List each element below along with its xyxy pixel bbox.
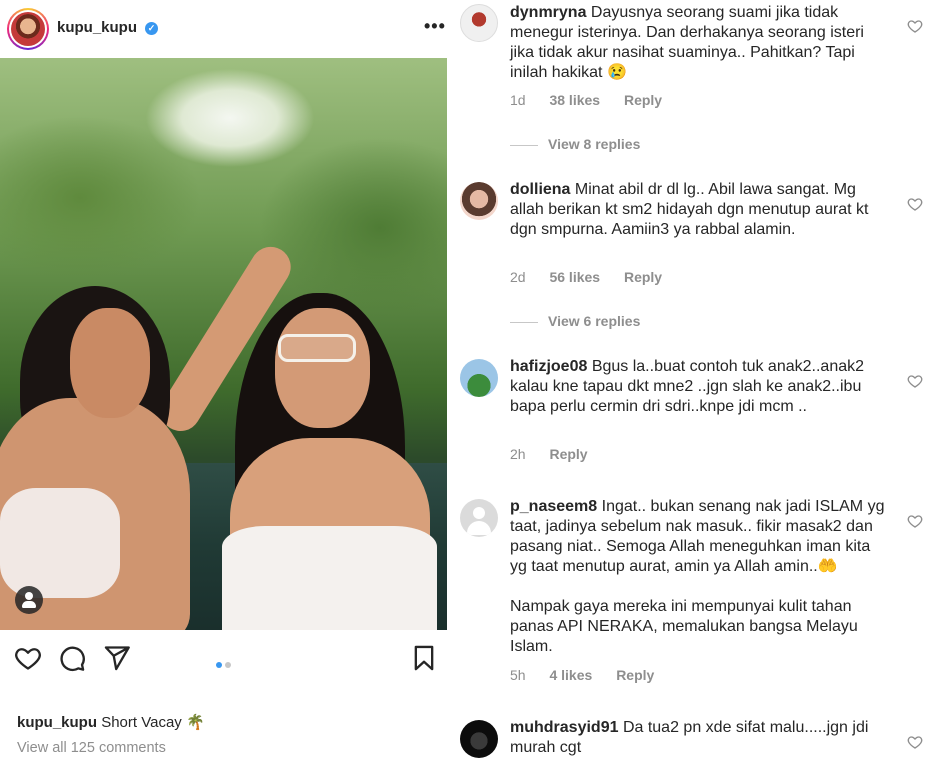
comment-text-continued: Nampak gaya mereka ini mempunyai kulit t… (510, 598, 858, 655)
reply-button[interactable]: Reply (624, 269, 662, 285)
comment-body: p_naseem8 Ingat.. bukan senang nak jadi … (510, 497, 890, 577)
commenter-avatar[interactable] (460, 4, 498, 42)
post-header: kupu_kupu ✓ ••• (0, 0, 447, 58)
comment-like-icon[interactable] (907, 18, 923, 34)
share-icon[interactable] (103, 644, 131, 672)
reply-button[interactable]: Reply (616, 667, 654, 683)
comment-meta: 2h Reply (510, 446, 588, 462)
comment-like-icon[interactable] (907, 513, 923, 529)
comment-like-icon[interactable] (907, 196, 923, 212)
view-all-comments-link[interactable]: View all 125 comments (17, 740, 166, 756)
comment-time: 2d (510, 269, 526, 285)
comment-like-icon[interactable] (907, 734, 923, 750)
comment-time: 2h (510, 446, 526, 462)
commenter-avatar[interactable] (460, 359, 498, 397)
comment-likes[interactable]: 4 likes (549, 667, 592, 683)
reply-button[interactable]: Reply (624, 92, 662, 108)
comment-icon[interactable] (58, 644, 86, 672)
carousel-dot (225, 662, 231, 668)
caption-username[interactable]: kupu_kupu (17, 714, 97, 731)
view-replies-label: View 6 replies (548, 313, 641, 329)
post-author-avatar[interactable] (7, 8, 49, 50)
comment-meta: 1d 38 likes Reply (510, 92, 662, 108)
comment-username[interactable]: muhdrasyid91 (510, 719, 618, 736)
comment-meta: 5h 4 likes Reply (510, 667, 654, 683)
bookmark-icon[interactable] (410, 644, 438, 672)
view-replies-label: View 8 replies (548, 136, 641, 152)
view-replies-button[interactable]: View 8 replies (510, 136, 640, 152)
comment-likes[interactable]: 56 likes (549, 269, 600, 285)
comment-username[interactable]: dolliena (510, 181, 570, 198)
comments-panel: dynmryna Dayusnya seorang suami jika tid… (447, 0, 950, 760)
comment-username[interactable]: dynmryna (510, 4, 586, 21)
comment-like-icon[interactable] (907, 373, 923, 389)
heart-icon[interactable] (14, 644, 42, 672)
comment-username[interactable]: p_naseem8 (510, 498, 597, 515)
more-options-button[interactable]: ••• (424, 16, 446, 37)
view-replies-button[interactable]: View 6 replies (510, 313, 640, 329)
post-caption: kupu_kupu Short Vacay 🌴 (17, 713, 205, 731)
commenter-avatar[interactable] (460, 182, 498, 220)
verified-badge-icon: ✓ (145, 22, 158, 35)
comment-body: dolliena Minat abil dr dl lg.. Abil lawa… (510, 180, 890, 240)
post-author-username[interactable]: kupu_kupu (57, 19, 137, 36)
comment-body: muhdrasyid91 Da tua2 pn xde sifat malu..… (510, 718, 890, 758)
post-photo[interactable] (0, 58, 447, 630)
user-tag-icon[interactable] (15, 586, 43, 614)
comment-username[interactable]: hafizjoe08 (510, 358, 587, 375)
post-actions-bar (0, 630, 447, 685)
commenter-avatar[interactable] (460, 720, 498, 758)
comment-time: 5h (510, 667, 526, 683)
comment-body: dynmryna Dayusnya seorang suami jika tid… (510, 3, 890, 83)
caption-text: Short Vacay 🌴 (101, 714, 205, 731)
commenter-avatar[interactable] (460, 499, 498, 537)
reply-button[interactable]: Reply (549, 446, 587, 462)
comment-time: 1d (510, 92, 526, 108)
carousel-dot-active (216, 662, 222, 668)
comment-body: hafizjoe08 Bgus la..buat contoh tuk anak… (510, 357, 890, 417)
comment-meta: 2d 56 likes Reply (510, 269, 662, 285)
carousel-indicator (216, 655, 234, 673)
post-panel: kupu_kupu ✓ ••• kupu_kupu Short Vacay 🌴 … (0, 0, 447, 760)
comment-likes[interactable]: 38 likes (549, 92, 600, 108)
